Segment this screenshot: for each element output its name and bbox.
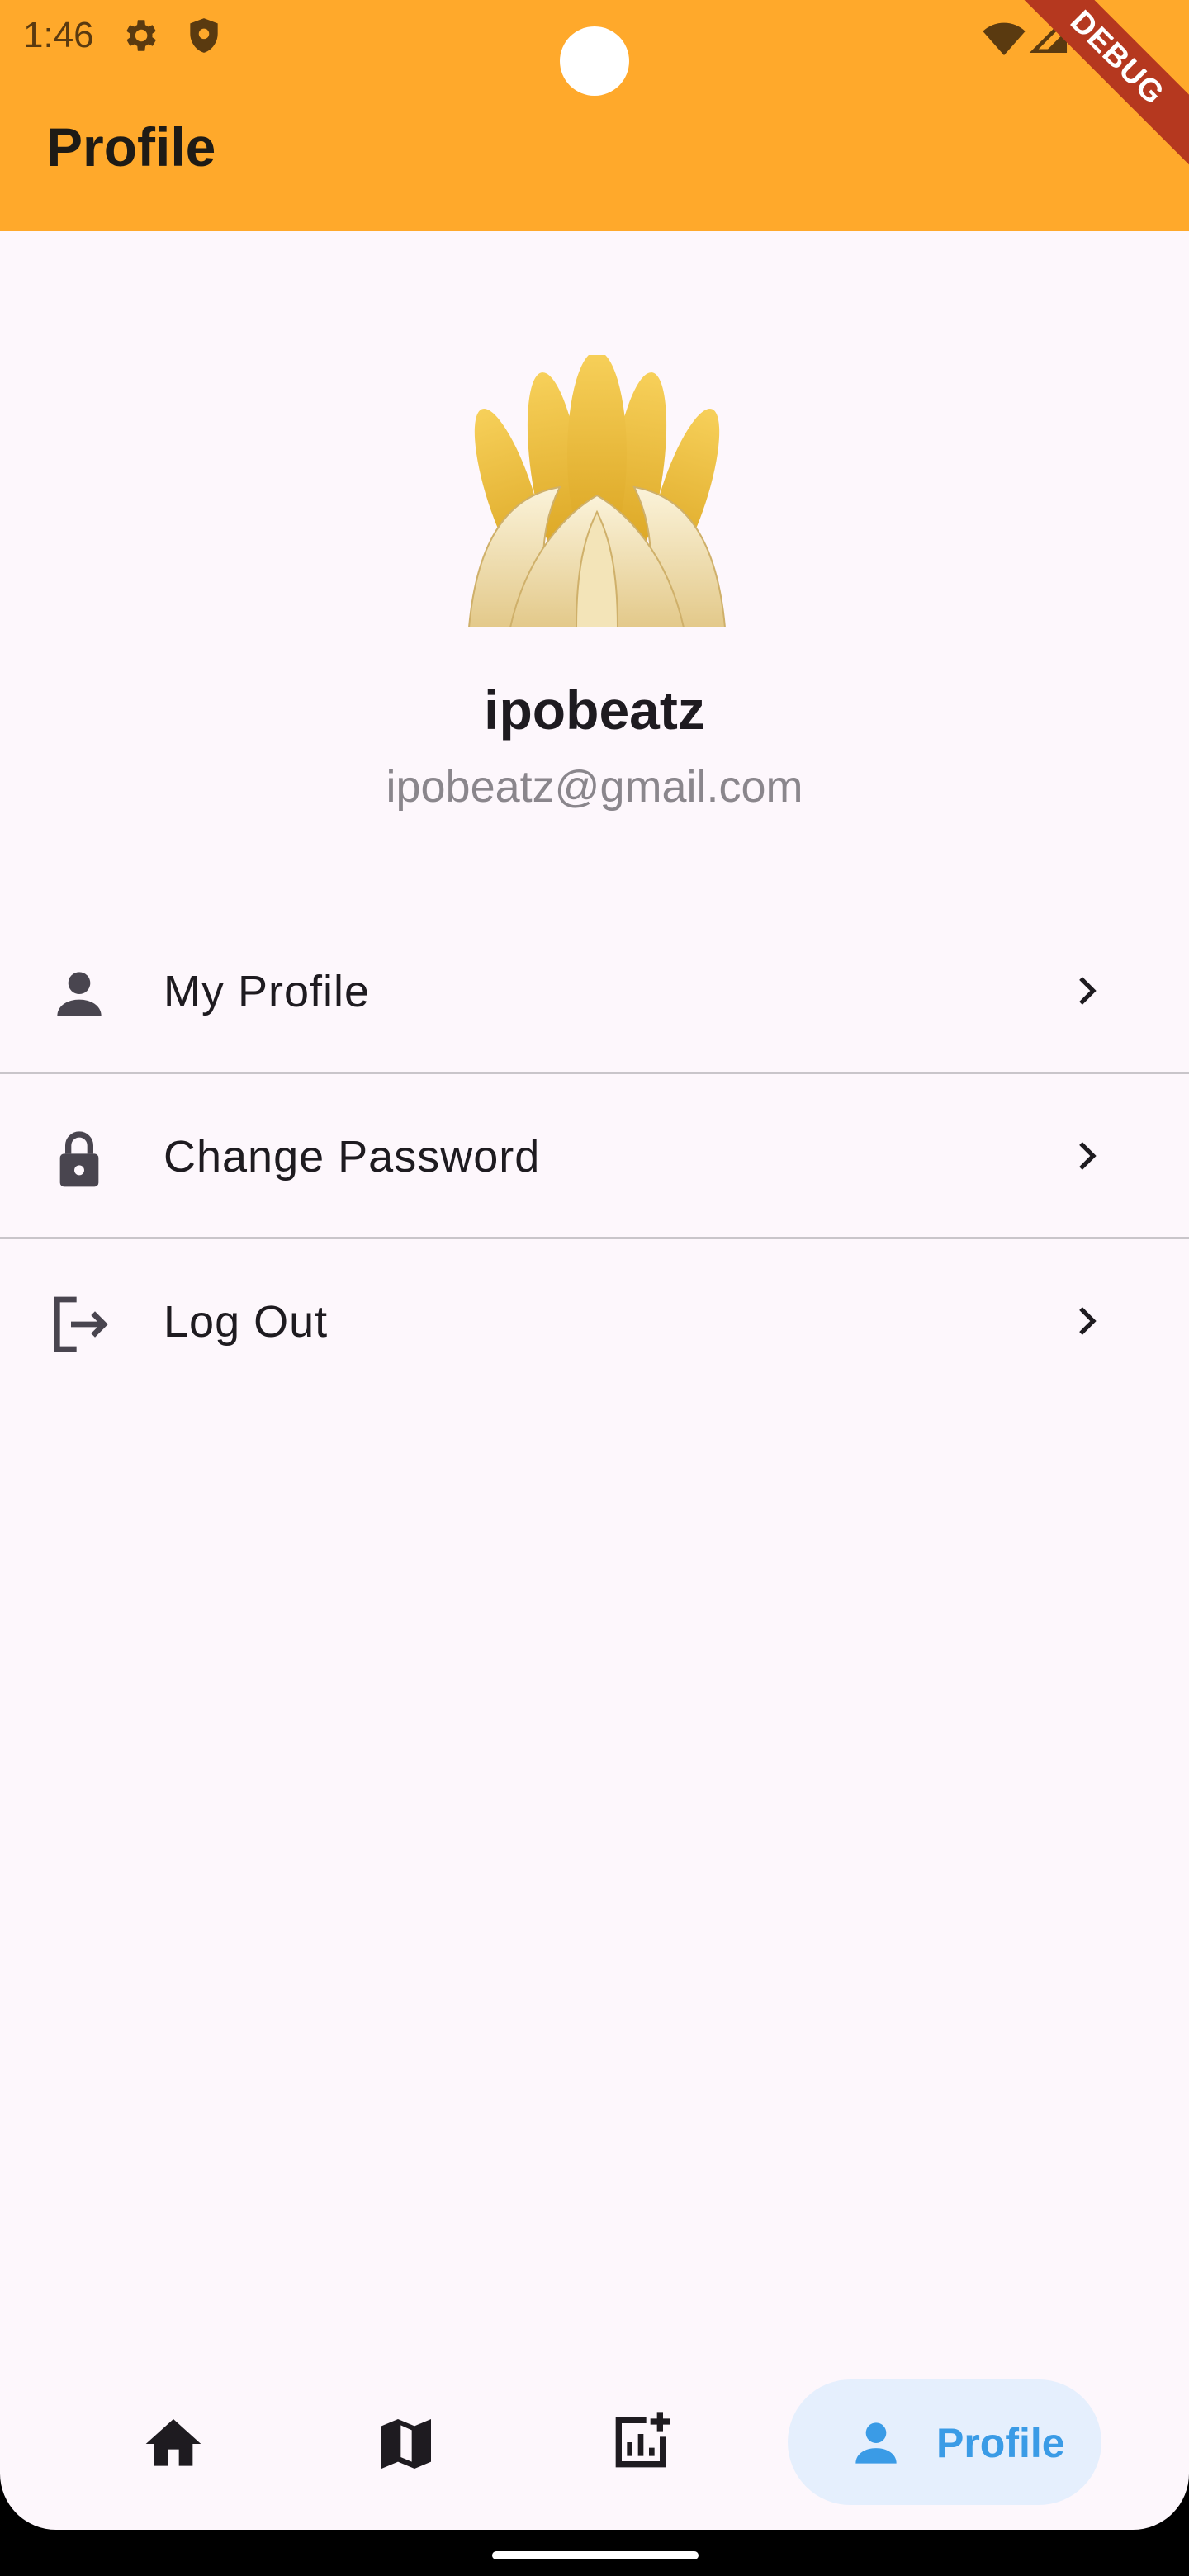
- profile-screen: 1:46 Profile DEBUG ipobeatz ipobeatz@gma…: [0, 0, 1189, 2530]
- chevron-right-icon: [1079, 1307, 1097, 1335]
- home-icon[interactable]: [140, 2411, 206, 2477]
- chevron-right-icon: [1079, 977, 1097, 1005]
- person-icon: [855, 2422, 897, 2464]
- app-bar: 1:46 Profile DEBUG: [0, 0, 1189, 231]
- menu-item-change-password[interactable]: Change Password: [0, 1073, 1189, 1238]
- camera-cutout: [560, 26, 629, 96]
- chevron-right-icon: [1079, 1142, 1097, 1170]
- menu-item-label: Log Out: [163, 1297, 329, 1347]
- analytics-add-icon[interactable]: [608, 2409, 674, 2475]
- lock-icon: [59, 1131, 99, 1187]
- shield-icon: [190, 18, 218, 53]
- page-title: Profile: [46, 116, 216, 178]
- gear-icon: [126, 20, 156, 51]
- menu-item-label: My Profile: [163, 967, 371, 1016]
- profile-email: ipobeatz@gmail.com: [386, 762, 803, 812]
- wifi-icon: [983, 22, 1026, 55]
- profile-username: ipobeatz: [484, 680, 705, 741]
- map-icon[interactable]: [373, 2411, 439, 2477]
- logout-icon: [54, 1296, 108, 1352]
- nav-item-profile[interactable]: Profile: [788, 2379, 1101, 2505]
- person-icon: [57, 972, 102, 1016]
- corn-avatar-image: [461, 355, 733, 627]
- nav-item-label: Profile: [936, 2420, 1065, 2466]
- menu-item-label: Change Password: [163, 1132, 541, 1181]
- menu-item-log-out[interactable]: Log Out: [0, 1238, 1189, 1404]
- status-time: 1:46: [23, 15, 94, 55]
- menu-item-my-profile[interactable]: My Profile: [0, 908, 1189, 1073]
- gesture-home-bar[interactable]: [492, 2551, 699, 2559]
